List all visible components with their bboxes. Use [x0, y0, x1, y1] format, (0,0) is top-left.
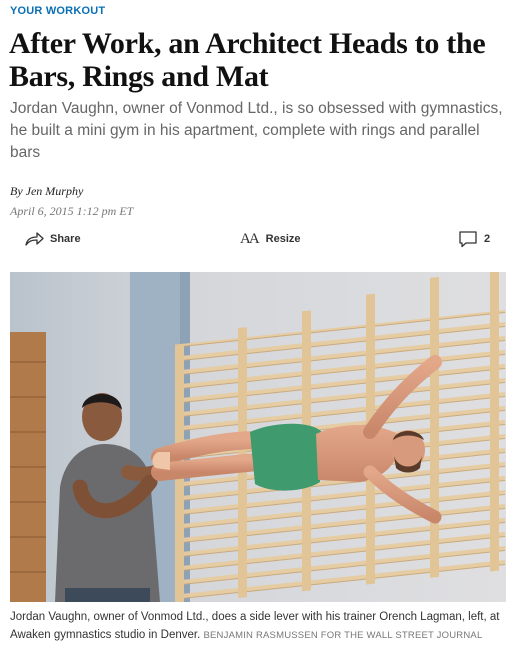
comments-count: 2: [484, 233, 491, 245]
photo-credit: BENJAMIN RASMUSSEN FOR THE WALL STREET J…: [203, 630, 483, 641]
article-photo: [10, 272, 506, 602]
text-resize-icon: AA: [240, 230, 260, 247]
photo-caption: Jordan Vaughn, owner of Vonmod Ltd., doe…: [10, 608, 510, 645]
article-headline: After Work, an Architect Heads to the Ba…: [9, 27, 486, 93]
section-kicker-link[interactable]: YOUR WORKOUT: [10, 5, 105, 17]
article-timestamp: April 6, 2015 1:12 pm ET: [10, 204, 134, 218]
article-toolbar: Share AA Resize 2: [0, 226, 516, 252]
share-button[interactable]: Share: [24, 226, 81, 252]
resize-button[interactable]: AA Resize: [240, 226, 301, 252]
resize-label: Resize: [265, 233, 301, 245]
comment-bubble-icon: [458, 230, 478, 248]
comments-button[interactable]: 2: [458, 226, 490, 252]
article-dek: Jordan Vaughn, owner of Vonmod Ltd., is …: [10, 100, 503, 161]
article-byline: By Jen Murphy: [10, 184, 84, 198]
gymnast-side-lever-illustration: [10, 272, 506, 602]
share-label: Share: [50, 233, 81, 245]
share-arrow-icon: [24, 231, 44, 247]
